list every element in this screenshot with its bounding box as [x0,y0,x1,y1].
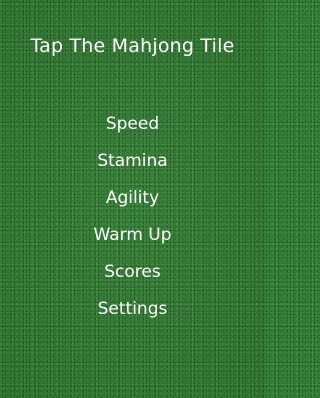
menu-item-label: Scores [104,262,161,282]
main-menu: Speed Stamina Agility Warm Up Scores Set… [0,111,265,333]
menu-item-speed[interactable]: Speed [0,111,265,148]
menu-item-agility[interactable]: Agility [0,185,265,222]
menu-item-warm-up[interactable]: Warm Up [0,222,265,259]
game-title: Tap The Mahjong Tile [30,35,235,57]
menu-item-label: Warm Up [93,225,172,245]
menu-item-label: Speed [105,114,160,134]
menu-item-label: Agility [105,188,160,208]
menu-item-label: Stamina [97,151,168,171]
game-menu-screen: Tap The Mahjong Tile Speed Stamina Agili… [0,0,265,398]
menu-item-label: Settings [97,299,168,319]
menu-item-settings[interactable]: Settings [0,296,265,333]
menu-item-stamina[interactable]: Stamina [0,148,265,185]
menu-item-scores[interactable]: Scores [0,259,265,296]
